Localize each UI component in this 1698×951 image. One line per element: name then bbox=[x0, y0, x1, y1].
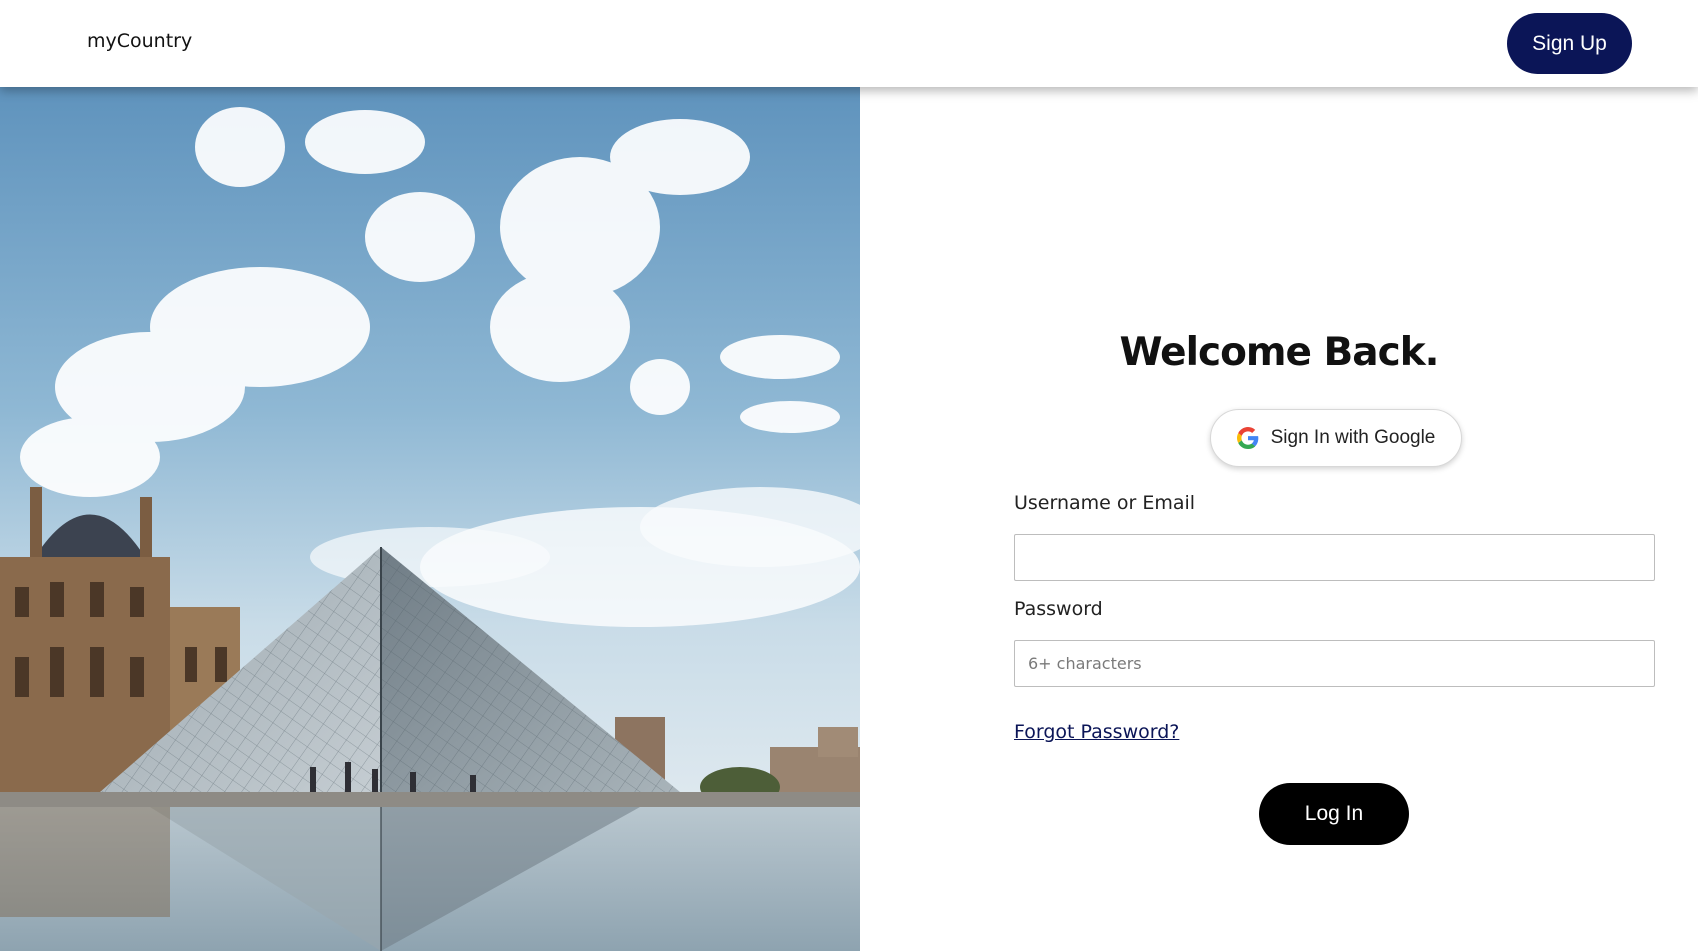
forgot-password-link[interactable]: Forgot Password? bbox=[1014, 721, 1179, 743]
sign-up-button[interactable]: Sign Up bbox=[1507, 13, 1632, 74]
login-panel: Welcome Back. Sign In with Google Userna… bbox=[860, 87, 1698, 951]
page-title: Welcome Back. bbox=[1119, 330, 1440, 375]
top-navbar: myCountry Sign Up bbox=[0, 0, 1698, 87]
username-input[interactable] bbox=[1014, 534, 1655, 581]
hero-image bbox=[0, 87, 860, 951]
google-icon bbox=[1236, 427, 1259, 449]
louvre-pyramid-illustration bbox=[0, 87, 860, 951]
password-label: Password bbox=[1014, 598, 1103, 620]
google-sign-in-label: Sign In with Google bbox=[1270, 427, 1436, 448]
brand-logo[interactable]: myCountry bbox=[87, 30, 192, 52]
log-in-button[interactable]: Log In bbox=[1259, 783, 1409, 845]
username-label: Username or Email bbox=[1014, 492, 1196, 514]
password-input[interactable] bbox=[1014, 640, 1655, 687]
google-sign-in-button[interactable]: Sign In with Google bbox=[1210, 409, 1462, 467]
